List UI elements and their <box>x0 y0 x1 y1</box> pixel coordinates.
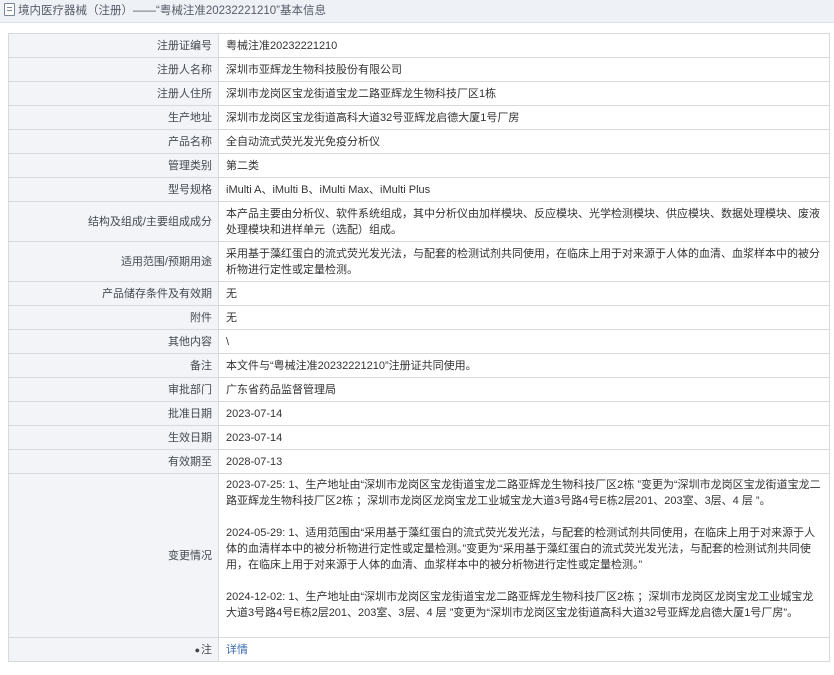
row-label: 管理类别 <box>8 153 219 178</box>
table-row: 结构及组成/主要组成成分 本产品主要由分析仪、软件系统组成，其中分析仪由加样模块… <box>8 201 830 242</box>
breadcrumb-text: 境内医疗器械（注册）——“粤械注准20232221210”基本信息 <box>18 5 327 17</box>
row-label: 注册证编号 <box>8 33 219 58</box>
table-row: 生效日期 2023-07-14 <box>8 425 830 450</box>
table-row: 型号规格 iMulti A、iMulti B、iMulti Max、iMulti… <box>8 177 830 202</box>
note-row: ●注 详情 <box>8 637 830 662</box>
row-label: 注册人名称 <box>8 57 219 82</box>
row-value: 2023-07-14 <box>218 401 830 426</box>
changes-label: 变更情况 <box>8 473 219 638</box>
row-value: 深圳市龙岗区宝龙街道高科大道32号亚辉龙启德大厦1号厂房 <box>218 105 830 130</box>
row-label: 产品储存条件及有效期 <box>8 281 219 306</box>
row-value: 广东省药品监督管理局 <box>218 377 830 402</box>
row-label: 附件 <box>8 305 219 330</box>
table-row: 其他内容 \ <box>8 329 830 354</box>
row-value: 无 <box>218 305 830 330</box>
document-icon <box>4 3 15 16</box>
table-row: 注册证编号 粤械注准20232221210 <box>8 33 830 58</box>
row-label: 适用范围/预期用途 <box>8 241 219 282</box>
row-value: iMulti A、iMulti B、iMulti Max、iMulti Plus <box>218 177 830 202</box>
row-value: 第二类 <box>218 153 830 178</box>
table-row: 注册人住所 深圳市龙岗区宝龙街道宝龙二路亚辉龙生物科技厂区1栋 <box>8 81 830 106</box>
row-value: 本文件与“粤械注准20232221210”注册证共同使用。 <box>218 353 830 378</box>
table-row: 管理类别 第二类 <box>8 153 830 178</box>
note-label: 注 <box>201 643 212 656</box>
row-value: \ <box>218 329 830 354</box>
row-value: 深圳市亚辉龙生物科技股份有限公司 <box>218 57 830 82</box>
detail-table-container: 注册证编号 粤械注准20232221210 注册人名称 深圳市亚辉龙生物科技股份… <box>8 33 830 662</box>
note-marker-icon: ● <box>194 644 200 655</box>
row-label: 注册人住所 <box>8 81 219 106</box>
row-label: 结构及组成/主要组成成分 <box>8 201 219 242</box>
row-value: 2028-07-13 <box>218 449 830 474</box>
change-entry: 2023-07-25: 1、生产地址由“深圳市龙岗区宝龙街道宝龙二路亚辉龙生物科… <box>226 479 821 507</box>
row-value: 2023-07-14 <box>218 425 830 450</box>
detail-table: 注册证编号 粤械注准20232221210 注册人名称 深圳市亚辉龙生物科技股份… <box>8 33 830 662</box>
table-row: 产品储存条件及有效期 无 <box>8 281 830 306</box>
table-row: 生产地址 深圳市龙岗区宝龙街道高科大道32号亚辉龙启德大厦1号厂房 <box>8 105 830 130</box>
row-label: 其他内容 <box>8 329 219 354</box>
change-entry: 2024-05-29: 1、适用范围由“采用基于藻红蛋白的流式荧光发光法，与配套… <box>226 527 816 571</box>
row-value: 本产品主要由分析仪、软件系统组成，其中分析仪由加样模块、反应模块、光学检测模块、… <box>218 201 830 242</box>
table-row: 审批部门 广东省药品监督管理局 <box>8 377 830 402</box>
changes-value: 2023-07-25: 1、生产地址由“深圳市龙岗区宝龙街道宝龙二路亚辉龙生物科… <box>218 473 830 638</box>
row-label: 产品名称 <box>8 129 219 154</box>
table-row: 注册人名称 深圳市亚辉龙生物科技股份有限公司 <box>8 57 830 82</box>
row-label: 批准日期 <box>8 401 219 426</box>
table-row: 批准日期 2023-07-14 <box>8 401 830 426</box>
row-label: 型号规格 <box>8 177 219 202</box>
row-label: 审批部门 <box>8 377 219 402</box>
row-label: 备注 <box>8 353 219 378</box>
table-row: 备注 本文件与“粤械注准20232221210”注册证共同使用。 <box>8 353 830 378</box>
row-value: 深圳市龙岗区宝龙街道宝龙二路亚辉龙生物科技厂区1栋 <box>218 81 830 106</box>
table-row: 适用范围/预期用途 采用基于藻红蛋白的流式荧光发光法，与配套的检测试剂共同使用，… <box>8 241 830 282</box>
table-row: 产品名称 全自动流式荧光发光免疫分析仪 <box>8 129 830 154</box>
row-value: 全自动流式荧光发光免疫分析仪 <box>218 129 830 154</box>
row-label: 有效期至 <box>8 449 219 474</box>
change-entry: 2024-12-02: 1、生产地址由“深圳市龙岗区宝龙街道宝龙二路亚辉龙生物科… <box>226 591 814 619</box>
details-link[interactable]: 详情 <box>226 644 248 656</box>
note-value: 详情 <box>218 637 830 662</box>
row-label: 生效日期 <box>8 425 219 450</box>
table-row: 附件 无 <box>8 305 830 330</box>
table-row: 有效期至 2028-07-13 <box>8 449 830 474</box>
breadcrumb: 境内医疗器械（注册）——“粤械注准20232221210”基本信息 <box>0 0 834 23</box>
row-value: 采用基于藻红蛋白的流式荧光发光法，与配套的检测试剂共同使用，在临床上用于对来源于… <box>218 241 830 282</box>
changes-row: 变更情况 2023-07-25: 1、生产地址由“深圳市龙岗区宝龙街道宝龙二路亚… <box>8 473 830 638</box>
row-label: 生产地址 <box>8 105 219 130</box>
row-value: 粤械注准20232221210 <box>218 33 830 58</box>
row-value: 无 <box>218 281 830 306</box>
note-label-cell: ●注 <box>8 637 219 662</box>
